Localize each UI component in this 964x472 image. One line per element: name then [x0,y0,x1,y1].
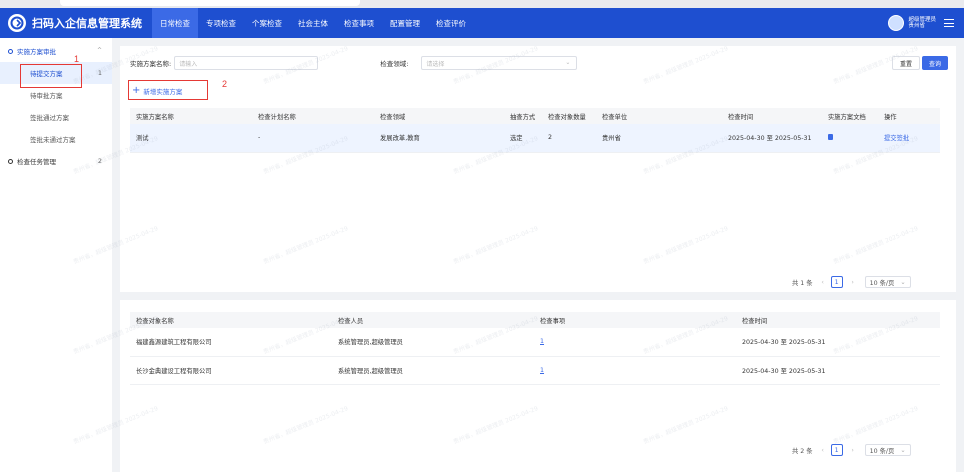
cell-target-name: 福建鑫源建筑工程有限公司 [130,328,332,357]
domain-label: 检查领域: [380,60,409,68]
sidebar-item-rejected[interactable]: 签批未通过方案 [0,128,112,150]
col-item: 检查事项 [534,312,736,328]
browser-tab-bar [0,0,964,8]
table-header-row: 检查对象名称 检查人员 检查事项 检查时间 [130,312,940,328]
nav-config[interactable]: 配置管理 [382,8,428,38]
target-card: 检查对象名称 检查人员 检查事项 检查时间 福建鑫源建筑工程有限公司 系统管理员… [120,300,956,472]
col-unit: 检查单位 [596,108,722,124]
col-time: 检查时间 [722,108,822,124]
cell-plan-title: - [252,124,374,153]
plan-table: 实施方案名称 检查计划名称 检查领域 抽查方式 检查对象数量 检查单位 检查时间… [130,108,940,153]
nav-case-inspection[interactable]: 个案检查 [244,8,290,38]
col-target-name: 检查对象名称 [130,312,332,328]
next-page-icon[interactable]: › [847,444,859,456]
col-doc: 实施方案文档 [822,108,878,124]
cell-plan-name: 测试 [130,124,252,153]
plan-name-input[interactable]: 请输入 [174,56,319,70]
chevron-down-icon: ⌄ [565,59,571,66]
col-target-count: 检查对象数量 [542,108,596,124]
sidebar-item-approved[interactable]: 签批通过方案 [0,106,112,128]
prev-page-icon[interactable]: ‹ [817,276,829,288]
annotation-box-1 [20,64,82,88]
app-title: 扫码入企信息管理系统 [32,17,142,30]
cell-item: 1 [534,328,736,357]
page-number[interactable]: 1 [830,444,843,456]
browser-tab[interactable] [60,0,360,6]
cell-doc [822,124,878,153]
plan-card: 实施方案名称: 请输入 检查领域: 请选择 ⌄ 重置 查询 + 新增实施方案 实… [120,46,956,292]
total-count: 共 1 条 [792,279,813,287]
sidebar: 实施方案审批 ^ 待提交方案 1 待审批方案 签批通过方案 签批未通过方案 检查… [0,38,112,472]
cell-domain: 发展改革,教育 [374,124,504,153]
cell-item: 1 [534,356,736,385]
item-link[interactable]: 1 [540,367,544,374]
table-row[interactable]: 测试 - 发展改革,教育 选定 2 贵州省 2025-04-30 至 2025-… [130,124,940,153]
annotation-label-1: 1 [74,54,80,64]
page-size-select[interactable]: 10 条/页 ⌄ [864,444,911,456]
count-badge: 2 [97,157,102,165]
next-page-icon[interactable]: › [847,276,859,288]
col-plan-name: 实施方案名称 [130,108,252,124]
main-nav: 日常检查 专项检查 个案检查 社会主体 检查事项 配置管理 检查评价 [152,8,474,38]
table-header-row: 实施方案名称 检查计划名称 检查领域 抽查方式 检查对象数量 检查单位 检查时间… [130,108,940,124]
annotation-box-2 [128,80,208,100]
page-size-select[interactable]: 10 条/页 ⌄ [864,276,911,288]
count-badge: 1 [97,69,102,77]
filter-bar: 实施方案名称: 请输入 检查领域: 请选择 ⌄ [130,56,578,70]
page-number[interactable]: 1 [830,276,843,288]
query-button[interactable]: 查询 [922,56,948,70]
cell-staff: 系统管理员,超级管理员 [332,328,534,357]
nav-daily-inspection[interactable]: 日常检查 [152,8,198,38]
chevron-down-icon: ⌄ [900,278,906,286]
col-plan-title: 检查计划名称 [252,108,374,124]
cell-target-time: 2025-04-30 至 2025-05-31 [736,356,940,385]
cell-target-time: 2025-04-30 至 2025-05-31 [736,328,940,357]
annotation-label-2: 2 [222,79,228,89]
reset-button[interactable]: 重置 [892,56,920,70]
cell-target-count: 2 [542,124,596,153]
cell-time: 2025-04-30 至 2025-05-31 [722,124,822,153]
qr-scan-logo-icon [8,14,26,32]
avatar[interactable] [888,15,905,31]
col-method: 抽查方式 [504,108,542,124]
target-table: 检查对象名称 检查人员 检查事项 检查时间 福建鑫源建筑工程有限公司 系统管理员… [130,312,940,385]
cell-op: 提交签批 [878,124,940,153]
cell-method: 选定 [504,124,542,153]
chevron-down-icon: ⌄ [900,446,906,454]
nav-social-entity[interactable]: 社会主体 [290,8,336,38]
pagination-target: 共 2 条 ‹ 1 › 10 条/页 ⌄ [792,444,911,456]
plan-name-label: 实施方案名称: [130,60,172,68]
nav-inspection-items[interactable]: 检查事项 [336,8,382,38]
nav-special-inspection[interactable]: 专项检查 [198,8,244,38]
total-count: 共 2 条 [792,447,813,455]
domain-select[interactable]: 请选择 ⌄ [421,56,578,70]
pagination-plan: 共 1 条 ‹ 1 › 10 条/页 ⌄ [792,276,911,288]
cell-unit: 贵州省 [596,124,722,153]
col-domain: 检查领域 [374,108,504,124]
sidebar-group-plan-approval[interactable]: 实施方案审批 ^ [0,40,112,62]
user-menu[interactable]: 超级管理员 贵州省 [888,8,954,38]
user-org: 贵州省 [908,23,925,29]
menu-icon[interactable] [944,19,954,27]
submit-approval-link[interactable]: 提交签批 [884,135,909,142]
table-row[interactable]: 福建鑫源建筑工程有限公司 系统管理员,超级管理员 1 2025-04-30 至 … [130,328,940,357]
top-header: 扫码入企信息管理系统 日常检查 专项检查 个案检查 社会主体 检查事项 配置管理… [0,8,964,38]
col-staff: 检查人员 [332,312,534,328]
nav-evaluation[interactable]: 检查评价 [428,8,474,38]
circle-icon [8,158,13,164]
col-op: 操作 [878,108,940,124]
col-target-time: 检查时间 [736,312,940,328]
chevron-up-icon: ^ [96,47,102,54]
document-icon[interactable] [828,133,833,140]
circle-icon [8,48,13,54]
item-link[interactable]: 1 [540,338,544,345]
prev-page-icon[interactable]: ‹ [817,444,829,456]
cell-staff: 系统管理员,超级管理员 [332,356,534,385]
cell-target-name: 长沙金典建设工程有限公司 [130,356,332,385]
sidebar-group-task-management[interactable]: 检查任务管理 2 [0,150,112,172]
table-row[interactable]: 长沙金典建设工程有限公司 系统管理员,超级管理员 1 2025-04-30 至 … [130,356,940,385]
